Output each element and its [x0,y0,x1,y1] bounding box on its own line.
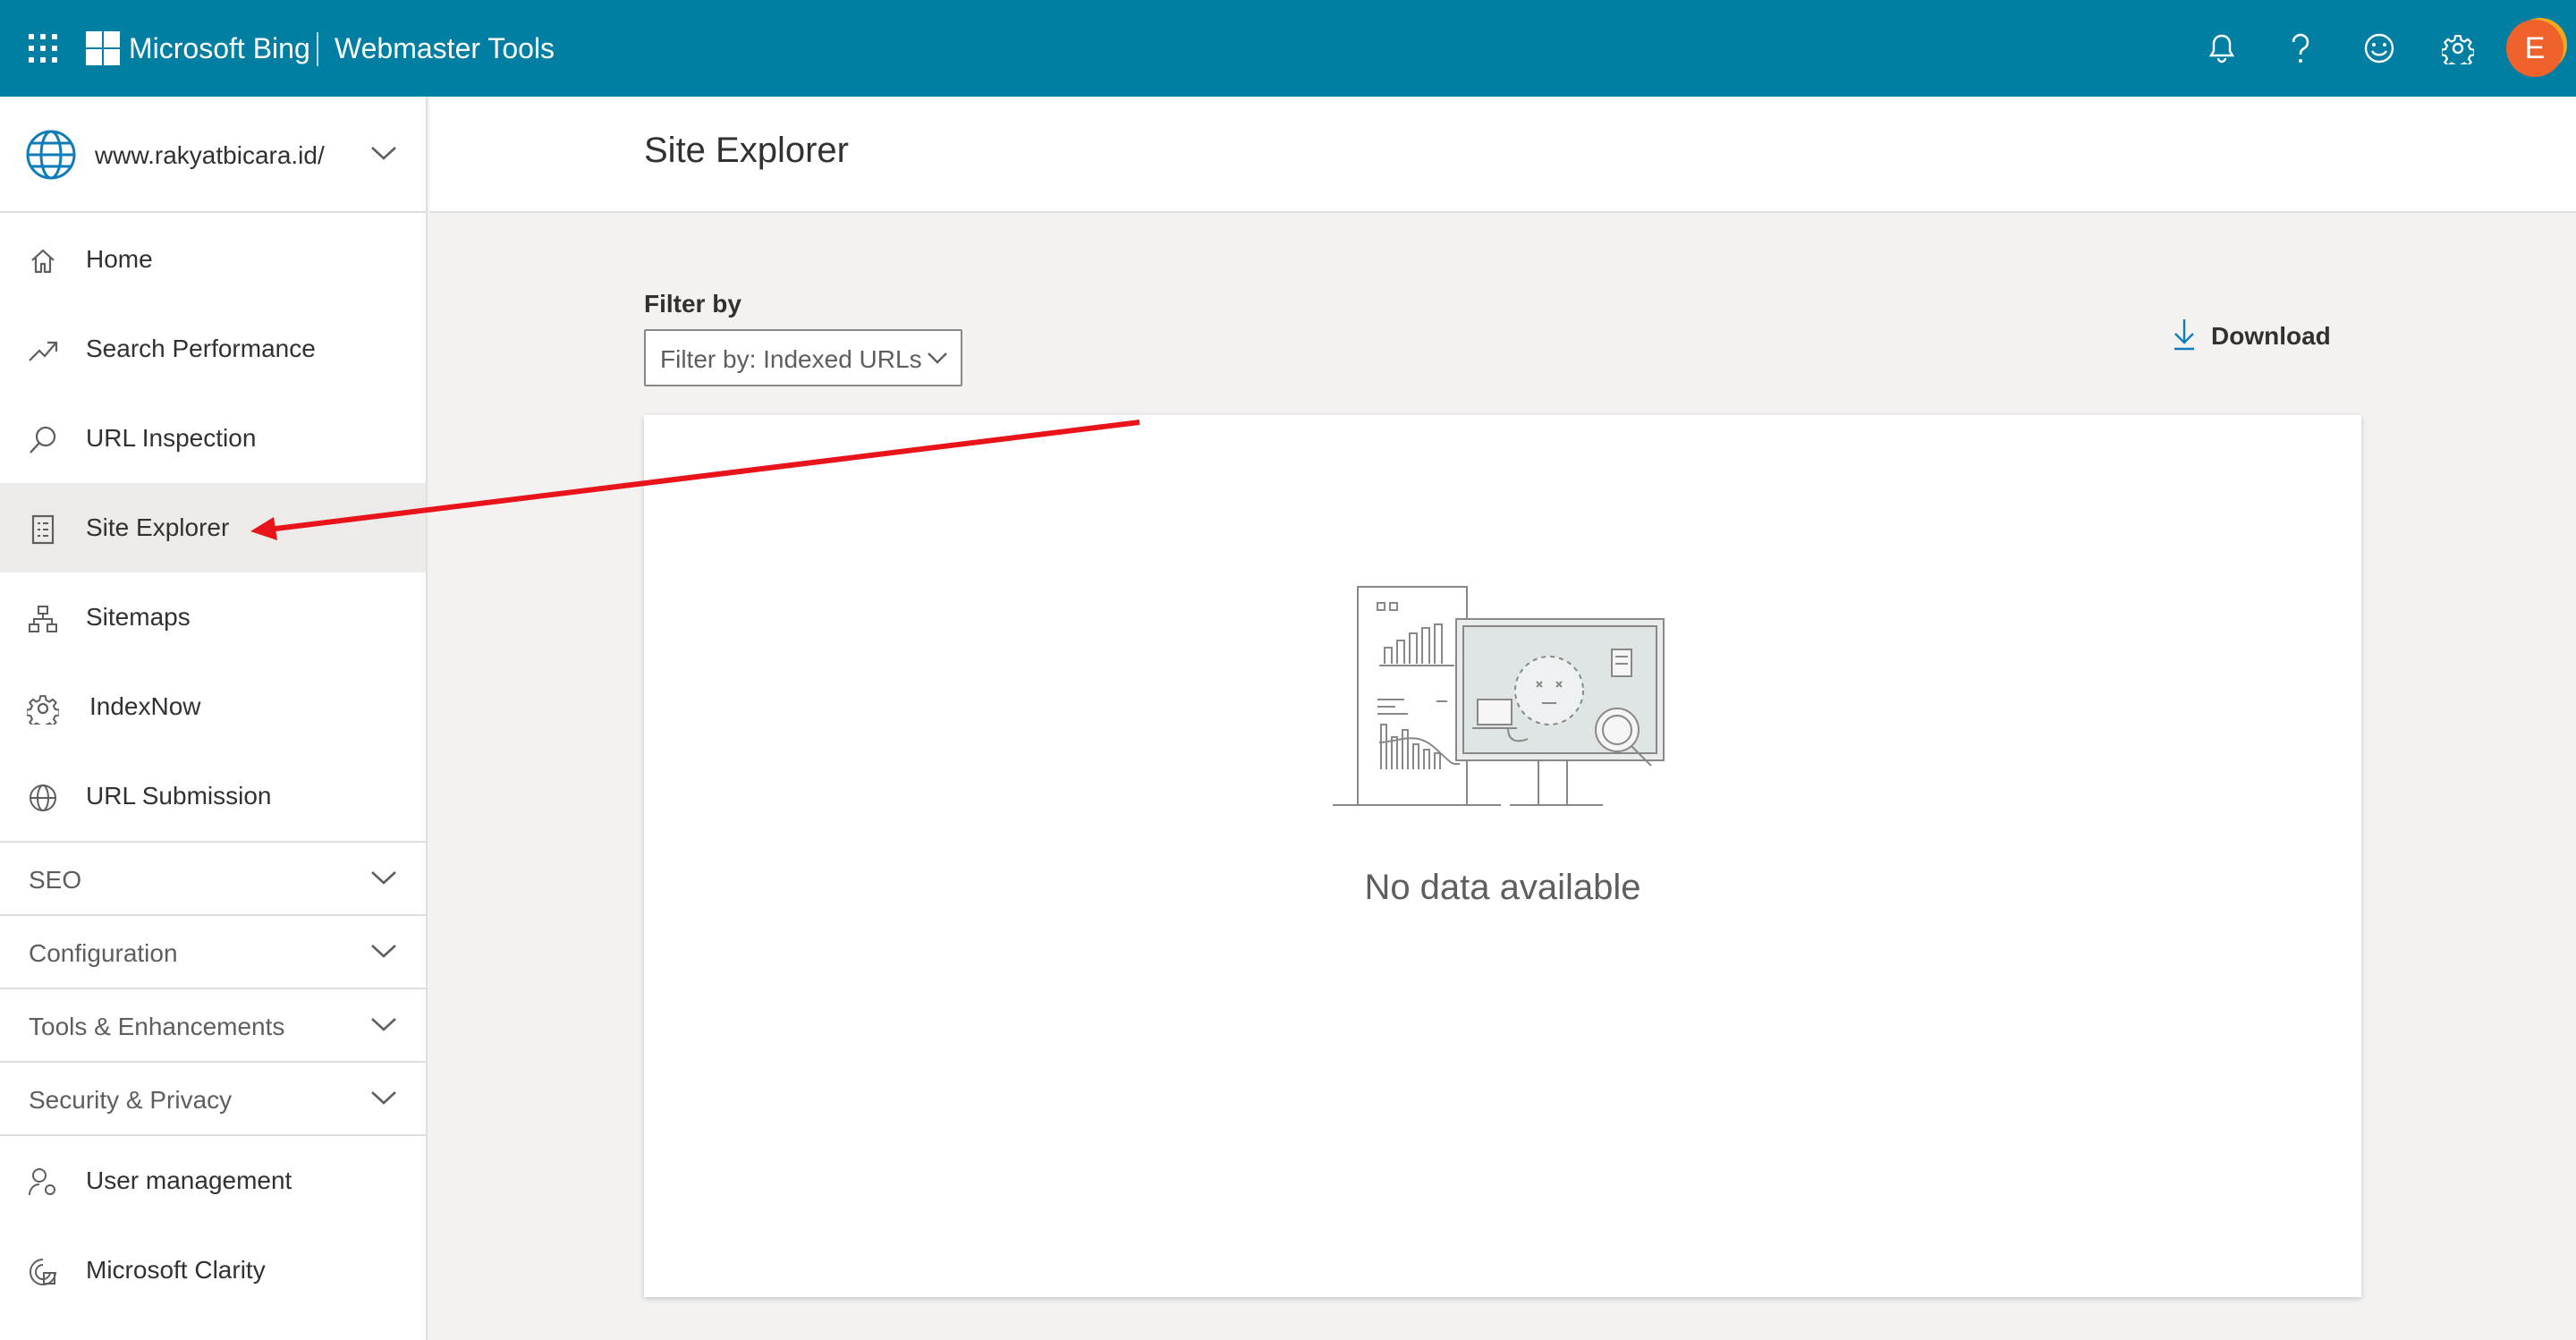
brand-name[interactable]: Microsoft Bing [129,32,310,65]
sidebar-group-label: SEO [29,866,82,894]
filter-value: Filter by: Indexed URLs [660,345,922,373]
sidebar-item-search-performance[interactable]: Search Performance [0,304,426,394]
sidebar-item-url-submission[interactable]: URL Submission [0,751,426,841]
sidebar-item-label: Search Performance [86,335,316,362]
sidebar-item-home[interactable]: Home [0,215,426,304]
results-panel: No data available [644,415,2361,1297]
sidebar-item-label: Sitemaps [86,603,191,631]
document-list-icon [27,513,59,546]
feedback-smiley-icon[interactable] [2360,29,2399,68]
brand-divider [317,32,318,66]
magnifier-icon [27,424,59,456]
filter-label: Filter by [644,290,741,318]
chevron-down-icon [927,351,948,369]
globe-icon [25,129,77,185]
user-avatar[interactable]: E [2506,20,2563,77]
home-icon [27,245,59,277]
chevron-down-icon[interactable] [370,145,397,165]
sidebar-item-label: URL Submission [86,782,272,810]
page-header: Site Explorer [429,97,2576,213]
page-title: Site Explorer [644,131,849,170]
sidebar-item-indexnow[interactable]: IndexNow [0,662,426,751]
sidebar-item-label: Microsoft Clarity [86,1256,266,1284]
sidebar-item-sitemaps[interactable]: Sitemaps [0,572,426,662]
sidebar-group-security-privacy[interactable]: Security & Privacy [0,1061,426,1136]
trend-icon [27,335,59,367]
sidebar-item-site-explorer[interactable]: Site Explorer [0,483,426,572]
chevron-down-icon [370,1016,397,1037]
sidebar-item-label: Home [86,245,153,273]
chevron-down-icon [370,869,397,890]
globe-icon [27,782,59,814]
sitemap-icon [27,603,59,635]
clarity-icon [27,1256,59,1288]
empty-state-illustration-icon [1333,585,1673,831]
bell-icon[interactable] [2202,29,2241,68]
microsoft-logo-icon [86,31,120,65]
help-icon[interactable] [2281,29,2320,68]
empty-state-message: No data available [1364,868,1641,907]
sidebar-item-label: Site Explorer [86,513,230,541]
sidebar-group-configuration[interactable]: Configuration [0,914,426,988]
sidebar-item-user-management[interactable]: User management [0,1136,426,1226]
sidebar-group-label: Tools & Enhancements [29,1013,285,1040]
site-url: www.rakyatbicara.id/ [95,141,325,169]
download-button[interactable]: Download [2172,315,2331,358]
sidebar-item-label: URL Inspection [86,424,257,452]
sidebar-item-label: User management [86,1166,292,1194]
filter-dropdown[interactable]: Filter by: Indexed URLs [644,329,962,386]
app-launcher-icon[interactable] [29,34,57,63]
download-icon [2172,318,2197,356]
gear-cog-icon [27,692,59,725]
product-name[interactable]: Webmaster Tools [335,32,555,65]
site-selector[interactable]: www.rakyatbicara.id/ [0,97,426,213]
user-gear-icon [27,1166,59,1199]
download-label: Download [2211,322,2331,350]
sidebar-group-label: Configuration [29,939,178,967]
sidebar-item-label: IndexNow [89,692,201,720]
chevron-down-icon [370,943,397,963]
top-bar: Microsoft Bing Webmaster Tools E [0,0,2576,97]
sidebar-group-seo[interactable]: SEO [0,841,426,914]
sidebar-item-microsoft-clarity[interactable]: Microsoft Clarity [0,1226,426,1315]
sidebar-item-url-inspection[interactable]: URL Inspection [0,394,426,483]
sidebar-group-label: Security & Privacy [29,1086,233,1114]
sidebar: www.rakyatbicara.id/ Home Search Perform… [0,97,428,1340]
chevron-down-icon [370,1090,397,1110]
gear-icon[interactable] [2438,29,2478,68]
sidebar-group-tools-enhancements[interactable]: Tools & Enhancements [0,988,426,1061]
